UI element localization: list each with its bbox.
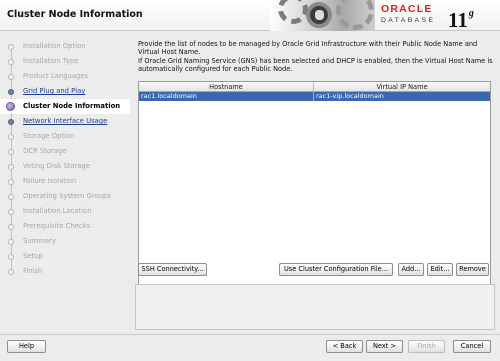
step-dot-icon xyxy=(8,254,14,260)
step-dot-icon xyxy=(8,194,14,200)
step-dot-icon xyxy=(8,89,14,95)
virtual-ip-name-cell[interactable]: rac1-vip.localdomain xyxy=(314,92,490,101)
step-dot-icon xyxy=(8,134,14,140)
sidebar-item-label: Finish xyxy=(23,267,43,275)
step-dot-icon xyxy=(8,179,14,185)
sidebar-item-label: Prerequisite Checks xyxy=(23,222,91,230)
sidebar-item-label: Voting Disk Storage xyxy=(23,162,90,170)
sidebar-item-label: Installation Option xyxy=(23,42,86,50)
oracle-product-text: DATABASE xyxy=(381,17,436,24)
sidebar-item-label: Failure Isolation xyxy=(23,177,77,185)
cancel-button[interactable]: Cancel xyxy=(453,340,491,353)
add-button[interactable]: Add... xyxy=(398,263,424,276)
version-letter: g xyxy=(468,8,474,19)
step-dot-icon xyxy=(8,239,14,245)
remove-button[interactable]: Remove xyxy=(456,263,489,276)
sidebar-item-summary: Summary xyxy=(0,234,130,249)
help-button[interactable]: Help xyxy=(7,340,46,353)
hostname-cell[interactable]: rac1.localdomain xyxy=(139,92,314,101)
step-dot-icon xyxy=(8,269,14,275)
sidebar-item-label: Setup xyxy=(23,252,43,260)
sidebar-item-label: Summary xyxy=(23,237,56,245)
page-title: Cluster Node Information xyxy=(7,9,143,20)
sidebar-item-label: Cluster Node Information xyxy=(23,102,121,110)
sidebar-item-storage-option: Storage Option xyxy=(0,129,130,144)
sidebar-item-operating-system-groups: Operating System Groups xyxy=(0,189,130,204)
header-banner: Cluster Node Information ORACLE DATABASE… xyxy=(0,0,500,31)
back-button[interactable]: < Back xyxy=(326,340,363,353)
sidebar-item-label[interactable]: Grid Plug and Play xyxy=(23,87,85,95)
instructions-line-2: If Oracle Grid Naming Service (GNS) has … xyxy=(138,56,493,73)
sidebar-item-failure-isolation: Failure Isolation xyxy=(0,174,130,189)
step-dot-icon xyxy=(8,44,14,50)
sidebar-item-label: Product Languages xyxy=(23,72,89,80)
sidebar-item-finish: Finish xyxy=(0,264,130,279)
message-pane xyxy=(135,284,495,330)
sidebar-item-network-interface-usage[interactable]: Network Interface Usage xyxy=(0,114,130,129)
sidebar-item-grid-plug-and-play[interactable]: Grid Plug and Play xyxy=(0,84,130,99)
sidebar-item-prerequisite-checks: Prerequisite Checks xyxy=(0,219,130,234)
next-button[interactable]: Next > xyxy=(366,340,403,353)
sidebar-item-label: Operating System Groups xyxy=(23,192,111,200)
sidebar-item-cluster-node-information: Cluster Node Information xyxy=(0,99,130,114)
wizard-steps-sidebar: Installation Option Installation Type Pr… xyxy=(0,38,130,288)
instructions-line-1: Provide the list of nodes to be managed … xyxy=(138,40,478,57)
use-cluster-configuration-file-button[interactable]: Use Cluster Configuration File... xyxy=(279,263,393,276)
sidebar-item-installation-location: Installation Location xyxy=(0,204,130,219)
step-dot-icon xyxy=(8,164,14,170)
step-dot-icon xyxy=(8,74,14,80)
sidebar-item-label: Installation Location xyxy=(23,207,92,215)
gear-icon xyxy=(336,0,374,30)
step-dot-icon xyxy=(8,59,14,65)
gears-graphic xyxy=(270,0,375,31)
table-row[interactable]: rac1.localdomain rac1-vip.localdomain xyxy=(139,92,490,101)
sidebar-item-setup: Setup xyxy=(0,249,130,264)
table-header: Hostname Virtual IP Name xyxy=(139,82,490,92)
sidebar-item-installation-option: Installation Option xyxy=(0,39,130,54)
sidebar-item-label: OCR Storage xyxy=(23,147,67,155)
footer-divider xyxy=(0,334,500,335)
step-dot-icon xyxy=(8,224,14,230)
cluster-nodes-table[interactable]: Hostname Virtual IP Name rac1.localdomai… xyxy=(138,81,491,289)
main-content: Provide the list of nodes to be managed … xyxy=(131,33,499,333)
version-logo: 11g xyxy=(448,3,474,31)
sidebar-item-ocr-storage: OCR Storage xyxy=(0,144,130,159)
step-dot-icon xyxy=(8,209,14,215)
sidebar-item-voting-disk-storage: Voting Disk Storage xyxy=(0,159,130,174)
version-number: 11 xyxy=(448,8,468,32)
oracle-logo: ORACLE DATABASE xyxy=(381,3,447,25)
sidebar-item-label[interactable]: Network Interface Usage xyxy=(23,117,107,125)
sidebar-item-installation-type: Installation Type xyxy=(0,54,130,69)
database-cylinder-icon xyxy=(306,2,332,28)
column-header-hostname[interactable]: Hostname xyxy=(139,82,314,91)
current-step-icon xyxy=(6,102,15,111)
column-header-virtual-ip-name[interactable]: Virtual IP Name xyxy=(314,82,490,91)
finish-button: Finish xyxy=(408,340,445,353)
step-dot-icon xyxy=(8,149,14,155)
sidebar-item-label: Storage Option xyxy=(23,132,75,140)
sidebar-item-product-languages: Product Languages xyxy=(0,69,130,84)
edit-button[interactable]: Edit... xyxy=(427,263,453,276)
gear-icon xyxy=(278,0,308,24)
instructions-text: Provide the list of nodes to be managed … xyxy=(138,40,496,73)
oracle-brand-text: ORACLE xyxy=(381,3,433,15)
step-dot-icon xyxy=(8,119,14,125)
ssh-connectivity-button[interactable]: SSH Connectivity... xyxy=(138,263,207,276)
sidebar-item-label: Installation Type xyxy=(23,57,79,65)
